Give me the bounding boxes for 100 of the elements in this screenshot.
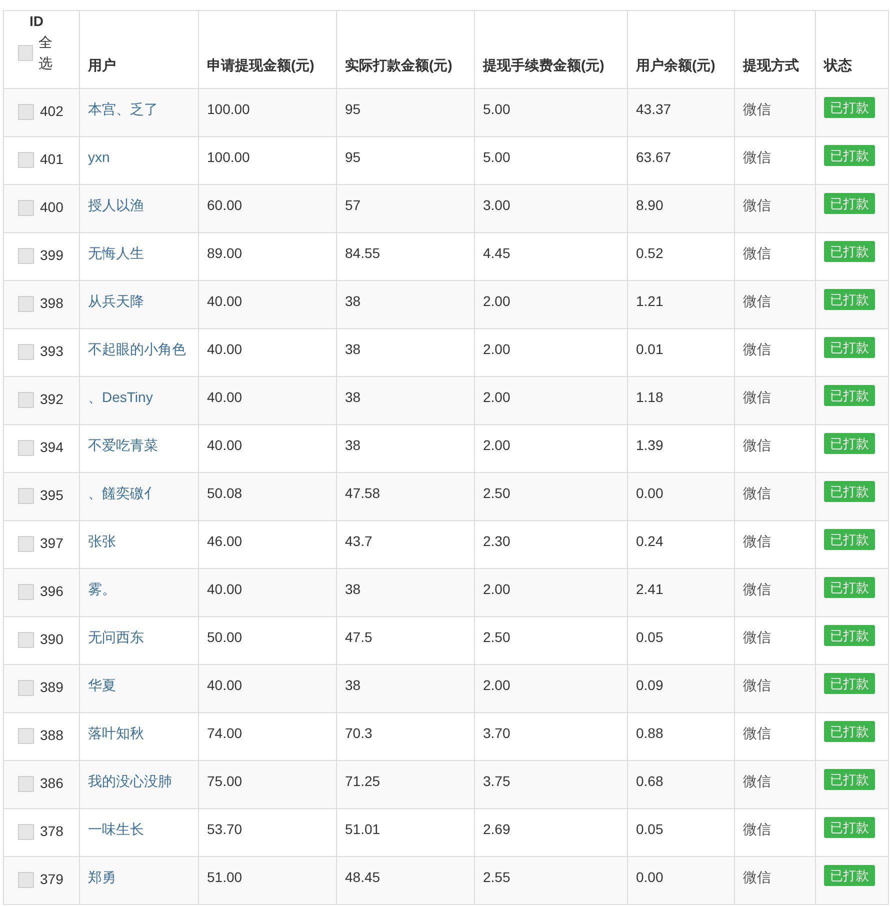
id-cell-text: 401 — [40, 150, 64, 169]
user-link[interactable]: 一味生长 — [88, 821, 144, 837]
table-cell: 微信 — [743, 821, 771, 837]
checkbox[interactable] — [18, 392, 34, 408]
user-link[interactable]: 无悔人生 — [88, 245, 144, 261]
status-badge: 已打款 — [824, 865, 875, 886]
table-cell: 53.70 — [207, 821, 242, 837]
checkbox[interactable] — [18, 440, 34, 456]
table-cell: 0.88 — [636, 725, 664, 741]
table-cell: 40.00 — [207, 677, 242, 693]
table-cell: 47.5 — [345, 629, 372, 645]
table-cell: 4.45 — [483, 245, 510, 261]
table-cell: 60.00 — [207, 197, 242, 213]
user-link[interactable]: 不爱吃青菜 — [88, 437, 158, 453]
table-cell: 50.08 — [207, 485, 242, 501]
checkbox[interactable] — [18, 824, 34, 840]
table-cell: 38 — [345, 341, 361, 357]
table-cell: 43.37 — [636, 101, 672, 117]
user-link[interactable]: yxn — [88, 149, 110, 165]
checkbox[interactable] — [18, 344, 34, 360]
table-cell: 0.24 — [636, 533, 664, 549]
id-cell-text: 393 — [40, 342, 64, 361]
status-badge: 已打款 — [824, 817, 875, 838]
user-link[interactable]: 落叶知秋 — [88, 725, 144, 741]
table-cell: 微信 — [743, 101, 771, 117]
status-badge: 已打款 — [824, 721, 875, 742]
table-cell: 100.00 — [207, 101, 250, 117]
checkbox[interactable] — [18, 872, 34, 888]
table-cell: 微信 — [743, 485, 771, 501]
table-cell: 3.75 — [483, 773, 510, 789]
user-link[interactable]: 从兵天降 — [88, 293, 144, 309]
id-cell-text: 378 — [40, 822, 64, 841]
table-cell: 2.69 — [483, 821, 510, 837]
status-badge: 已打款 — [824, 577, 875, 598]
status-badge: 已打款 — [824, 481, 875, 502]
table-cell: 5.00 — [483, 101, 510, 117]
checkbox[interactable] — [18, 296, 34, 312]
table-cell: 微信 — [743, 437, 771, 453]
table-cell: 40.00 — [207, 437, 242, 453]
table-cell: 微信 — [743, 149, 771, 165]
table-cell: 0.00 — [636, 485, 664, 501]
table-cell: 71.25 — [345, 773, 380, 789]
table-cell: 40.00 — [207, 293, 242, 309]
table-cell: 51.00 — [207, 869, 242, 885]
table-cell: 2.50 — [483, 629, 510, 645]
user-link[interactable]: 、饈奕礉亻 — [88, 485, 158, 501]
table-cell: 0.52 — [636, 245, 664, 261]
id-cell-text: 396 — [40, 582, 64, 601]
select-all-label: 全选 — [38, 33, 54, 73]
table-cell: 48.45 — [345, 869, 380, 885]
table-cell: 84.55 — [345, 245, 380, 261]
status-badge: 已打款 — [824, 337, 875, 358]
checkbox[interactable] — [18, 584, 34, 600]
table-cell: 38 — [345, 677, 361, 693]
table-cell: 0.00 — [636, 869, 664, 885]
checkbox[interactable] — [18, 104, 34, 120]
table-cell: 1.39 — [636, 437, 664, 453]
checkbox[interactable] — [18, 536, 34, 552]
user-link[interactable]: 雾。 — [88, 581, 116, 597]
checkbox[interactable] — [18, 200, 34, 216]
id-cell-text: 400 — [40, 198, 64, 217]
checkbox[interactable] — [18, 248, 34, 264]
checkbox[interactable] — [18, 680, 34, 696]
table-cell: 0.01 — [636, 341, 664, 357]
checkbox[interactable] — [18, 728, 34, 744]
column-header: 申请提现金额(元) — [207, 57, 314, 73]
checkbox[interactable] — [18, 45, 34, 61]
table-cell: 微信 — [743, 581, 771, 597]
table-cell: 2.30 — [483, 533, 510, 549]
column-header: 用户 — [88, 57, 116, 73]
checkbox[interactable] — [18, 632, 34, 648]
user-link[interactable]: 郑勇 — [88, 869, 116, 885]
user-link[interactable]: 、DesTiny — [88, 389, 153, 405]
table-cell: 微信 — [743, 869, 771, 885]
table-cell: 43.7 — [345, 533, 372, 549]
status-badge: 已打款 — [824, 193, 875, 214]
table-cell: 63.67 — [636, 149, 672, 165]
checkbox[interactable] — [18, 152, 34, 168]
table-cell: 74.00 — [207, 725, 242, 741]
id-cell-text: 402 — [40, 102, 64, 121]
table-cell: 3.70 — [483, 725, 510, 741]
table-cell: 1.18 — [636, 389, 664, 405]
table-cell: 47.58 — [345, 485, 380, 501]
table-cell: 2.00 — [483, 677, 510, 693]
column-header: 提现手续费金额(元) — [483, 57, 604, 73]
table-cell: 89.00 — [207, 245, 242, 261]
id-cell-text: 389 — [40, 678, 64, 697]
checkbox[interactable] — [18, 776, 34, 792]
user-link[interactable]: 无问西东 — [88, 629, 144, 645]
user-link[interactable]: 张张 — [88, 533, 116, 549]
checkbox[interactable] — [18, 488, 34, 504]
table-cell: 微信 — [743, 533, 771, 549]
user-link[interactable]: 授人以渔 — [88, 197, 144, 213]
table-cell: 100.00 — [207, 149, 250, 165]
user-link[interactable]: 本宫、乏了 — [88, 101, 158, 117]
table-cell: 2.00 — [483, 341, 510, 357]
table-cell: 95 — [345, 149, 361, 165]
user-link[interactable]: 华夏 — [88, 677, 116, 693]
id-cell-text: 395 — [40, 486, 64, 505]
id-header: ID — [30, 12, 44, 31]
